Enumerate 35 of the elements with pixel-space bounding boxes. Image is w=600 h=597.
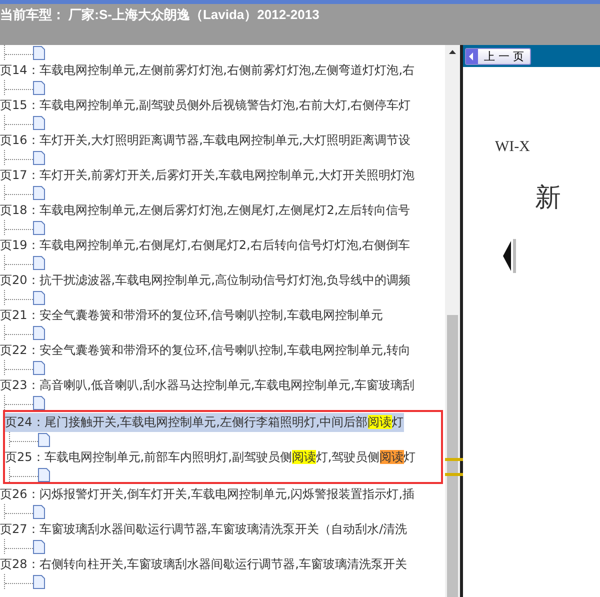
tree-item[interactable]: 页21：安全气囊卷簧和带滑环的复位环,信号喇叭控制,车载电网控制单元 xyxy=(0,306,383,324)
scrollbar[interactable] xyxy=(445,45,460,597)
document-icon xyxy=(33,221,45,235)
document-icon xyxy=(33,396,45,410)
tree-item[interactable]: 页26：闪烁报警灯开关,倒车灯开关,车载电网控制单元,闪烁警报装置指示灯,插 xyxy=(0,484,415,504)
tree-item[interactable]: 页27：车窗玻璃刮水器间歇运行调节器,车窗玻璃清洗泵开关（自动刮水/清洗 xyxy=(0,520,408,538)
document-icon xyxy=(38,468,50,482)
document-icon xyxy=(33,505,45,519)
document-icon xyxy=(33,326,45,340)
document-icon xyxy=(33,256,45,270)
document-icon xyxy=(33,81,45,95)
document-icon xyxy=(38,433,50,447)
triangle-pointer-icon xyxy=(503,239,517,273)
document-icon xyxy=(33,186,45,200)
tree-item[interactable]: 页18：车载电网控制单元,左侧后雾灯灯泡,左侧尾灯,左侧尾灯2,左后转向信号 xyxy=(0,200,410,220)
document-icon xyxy=(33,575,45,589)
document-icon xyxy=(33,151,45,165)
previous-page-button[interactable]: 上 一 页 xyxy=(465,48,531,64)
document-icon xyxy=(33,46,45,60)
document-icon xyxy=(33,540,45,554)
document-icon xyxy=(33,116,45,130)
tree-item[interactable]: 页23：高音喇叭,低音喇叭,刮水器马达控制单元,车载电网控制单元,车窗玻璃刮 xyxy=(0,376,415,394)
tree-item[interactable]: 页28：右侧转向柱开关,车窗玻璃刮水器间歇运行调节器,车窗玻璃清洗泵开关 xyxy=(0,554,407,574)
document-title: 新 xyxy=(535,182,562,215)
tree-item[interactable]: 页15：车载电网控制单元,副驾驶员侧外后视镜警告灯泡,右前大灯,右侧停车灯 xyxy=(0,96,411,114)
tree-item[interactable]: 页14：车载电网控制单元,左侧前雾灯灯泡,右侧前雾灯灯泡,左侧弯道灯灯泡,右 xyxy=(0,60,415,80)
tree-item[interactable]: 页17：车灯开关,前雾灯开关,后雾灯开关,车载电网控制单元,大灯开关照明灯泡 xyxy=(0,166,415,184)
document-icon xyxy=(33,361,45,375)
tree-item[interactable]: 页19：车载电网控制单元,右侧尾灯,右侧尾灯2,右后转向信号灯灯泡,右侧倒车 xyxy=(0,236,410,254)
document-code: WI-X xyxy=(495,139,531,156)
tree-item[interactable]: 页16：车灯开关,大灯照明距离调节器,车载电网控制单元,大灯照明距离调节设 xyxy=(0,130,411,150)
tree-item[interactable]: 页20：抗干扰滤波器,车载电网控制单元,高位制动信号灯灯泡,负导线中的调频 xyxy=(0,270,411,290)
document-icon xyxy=(33,291,45,305)
tree-item[interactable]: 页22：安全气囊卷簧和带滑环的复位环,信号喇叭控制,车载电网控制单元,转向 xyxy=(0,340,411,360)
car-model-title: 当前车型： 厂家:S-上海大众朗逸（Lavida）2012-2013 xyxy=(0,6,320,24)
